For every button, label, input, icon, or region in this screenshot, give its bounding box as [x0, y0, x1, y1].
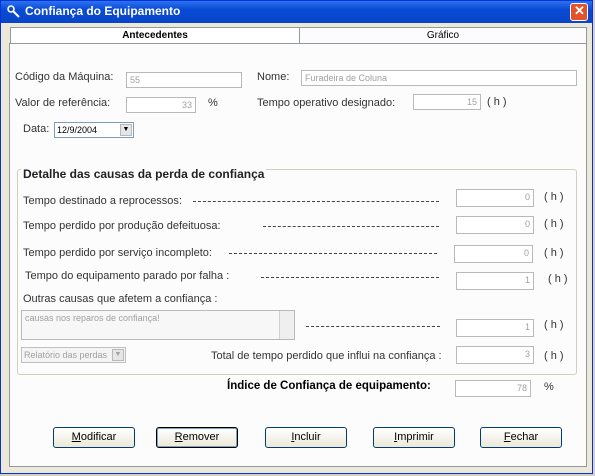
dotted-leader: [263, 226, 439, 227]
row-label: Tempo perdido por produção defeituosa:: [23, 220, 221, 232]
unit-label: ( h ): [544, 319, 564, 331]
scrollbar[interactable]: [279, 311, 294, 339]
title-bar[interactable]: Confiança do Equipamento ✕: [1, 1, 592, 23]
unit-label: ( h ): [544, 350, 564, 362]
imprimir-button[interactable]: Imprimir: [373, 427, 455, 448]
outras-causas-field[interactable]: 1: [456, 319, 534, 337]
codigo-label: Código da Máquina:: [15, 71, 114, 83]
chevron-down-icon[interactable]: ▼: [120, 124, 132, 136]
fechar-button[interactable]: Fechar: [480, 427, 562, 448]
tool-icon: [7, 5, 20, 18]
unit-label: ( h ): [544, 247, 564, 259]
chevron-down-icon[interactable]: ▼: [112, 349, 124, 361]
codigo-field[interactable]: 55: [126, 72, 242, 88]
nome-label: Nome:: [257, 71, 290, 83]
row-label: Tempo perdido por serviço incompleto:: [23, 247, 212, 259]
indice-label: Índice de Confiança de equipamento:: [227, 380, 431, 392]
unit-label: ( h ): [548, 273, 568, 285]
unit-label: ( h ): [544, 218, 564, 230]
outras-causas-label: Outras causas que afetem a confiança :: [23, 293, 218, 305]
parado-falha-field[interactable]: 1: [456, 272, 534, 290]
data-label: Data:: [23, 123, 50, 135]
tempo-operativo-label: Tempo operativo designado:: [257, 97, 396, 109]
close-icon: ✕: [574, 3, 585, 18]
tab-grafico[interactable]: Gráfico: [299, 27, 587, 43]
close-button[interactable]: ✕: [570, 3, 588, 21]
relatorio-dropdown[interactable]: Relatório das perdas ▼: [21, 347, 126, 363]
unit-label: ( h ): [544, 191, 564, 203]
dotted-leader: [193, 201, 439, 202]
tab-antecedentes[interactable]: Antecedentes: [10, 27, 300, 44]
dotted-leader: [306, 326, 440, 327]
dotted-leader: [261, 277, 439, 278]
row-label: Tempo do equipamento parado por falha :: [25, 270, 230, 282]
total-label: Total de tempo perdido que influi na con…: [211, 350, 442, 362]
tempo-operativo-unit: ( h ): [487, 96, 507, 108]
servico-incompleto-field[interactable]: 0: [454, 245, 533, 263]
total-field[interactable]: 3: [456, 346, 534, 364]
relatorio-value: Relatório das perdas: [24, 350, 108, 360]
indice-field[interactable]: 78: [455, 380, 531, 397]
indice-unit: %: [544, 381, 554, 393]
dialog-window: Confiança do Equipamento ✕ Antecedentes …: [0, 0, 593, 474]
row-label: Tempo destinado a reprocessos:: [23, 195, 182, 207]
window-title: Confiança do Equipamento: [25, 4, 181, 18]
valor-referencia-field[interactable]: 33: [126, 97, 196, 113]
dotted-leader: [229, 253, 437, 254]
date-value: 12/9/2004: [57, 125, 98, 135]
group-title: Detalhe das causas da perda de confiança: [21, 167, 267, 181]
date-picker[interactable]: 12/9/2004 ▼: [54, 122, 134, 138]
modificar-button[interactable]: Modificar: [53, 427, 135, 448]
valor-unit: %: [208, 97, 218, 109]
producao-defeituosa-field[interactable]: 0: [456, 216, 534, 234]
tempo-operativo-field[interactable]: 15: [413, 94, 481, 110]
reprocessos-field[interactable]: 0: [456, 189, 534, 207]
valor-referencia-label: Valor de referência:: [15, 97, 111, 109]
remover-button[interactable]: Remover: [156, 427, 238, 448]
nome-field[interactable]: Furadeira de Coluna: [301, 70, 577, 86]
outras-causas-text: causas nos reparos de confiança!: [25, 313, 160, 323]
outras-causas-textarea[interactable]: causas nos reparos de confiança!: [21, 310, 295, 340]
incluir-button[interactable]: Incluir: [265, 427, 347, 448]
